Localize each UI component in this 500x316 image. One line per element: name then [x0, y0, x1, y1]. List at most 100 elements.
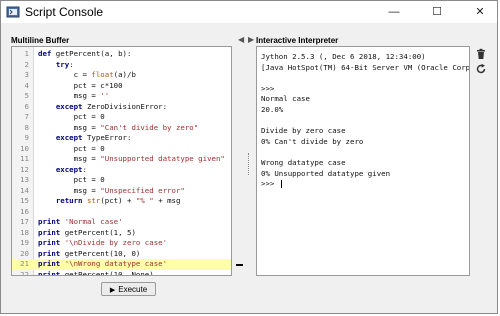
code-line[interactable]: 1 def getPercent(a, b):	[12, 49, 231, 60]
console-line-text: Jython 2.5.3 (, Dec 6 2018, 12:34:00)	[261, 52, 426, 61]
code-line[interactable]: 20 print getPercent(10, 0)	[12, 249, 231, 260]
line-number: 10	[20, 143, 29, 153]
line-number: 5	[24, 91, 29, 100]
code-line[interactable]: 4 pct = c*100	[12, 81, 231, 92]
console-line-text: >>>	[261, 179, 279, 189]
code-line[interactable]: 2 try:	[12, 60, 231, 71]
code-text: print getPercent(10, None)	[38, 269, 154, 276]
code-text: pct = 0	[38, 175, 105, 184]
console-line-text: Divide by zero case	[261, 126, 346, 136]
execute-button[interactable]: ▶ Execute	[101, 282, 156, 296]
pane-splitter-handle[interactable]	[248, 153, 250, 175]
multiline-buffer-editor[interactable]: 1 def getPercent(a, b): 2 try: 3 c = float(…	[11, 46, 232, 276]
code-text: except TypeError:	[55, 133, 132, 142]
code-text: def getPercent(a, b):	[38, 49, 132, 58]
line-number: 2	[24, 59, 29, 69]
execute-label: Execute	[118, 285, 148, 294]
code-line[interactable]: 16	[12, 207, 231, 218]
interpreter-console[interactable]: Jython 2.5.3 (, Dec 6 2018, 12:34:00) [Ja…	[256, 46, 470, 276]
code-line[interactable]: 13 pct = 0	[12, 175, 231, 186]
console-line-text: 0% Can't divide by zero	[261, 136, 364, 146]
interactive-interpreter-header: Interactive Interpreter	[256, 36, 339, 45]
console-line: Divide by zero case	[261, 126, 469, 137]
code-text: pct = c*100	[38, 80, 123, 90]
code-text: except ZeroDivisionError:	[55, 101, 168, 111]
line-number: 22	[20, 269, 29, 276]
multiline-buffer-header: Multiline Buffer	[11, 36, 70, 45]
code-text: msg = "Can't divide by zero"	[38, 122, 199, 132]
line-number: 8	[24, 122, 29, 132]
console-line: Wrong datatype case	[261, 157, 469, 169]
code-text: msg = "Unspecified error"	[38, 185, 185, 195]
line-number: 3	[24, 70, 29, 79]
code-line[interactable]: 9 except TypeError:	[12, 133, 231, 144]
collapse-left-arrow-icon[interactable]: ◀	[238, 35, 244, 44]
line-number: 21	[12, 259, 29, 270]
code-text: print '\nWrong datatype case'	[38, 259, 168, 268]
line-number: 15	[20, 196, 29, 205]
code-text: pct = 0	[38, 143, 105, 153]
code-lines: 1 def getPercent(a, b): 2 try: 3 c = float(…	[12, 49, 231, 276]
code-text: msg = "Unsupported datatype given"	[38, 154, 225, 163]
code-line[interactable]: 7 pct = 0	[12, 112, 231, 123]
refresh-icon[interactable]	[475, 63, 487, 75]
line-number: 6	[24, 101, 29, 111]
line-number: 20	[20, 248, 29, 258]
line-number: 19	[20, 238, 29, 247]
code-line[interactable]: 11 msg = "Unsupported datatype given"	[12, 154, 231, 165]
console-output: Jython 2.5.3 (, Dec 6 2018, 12:34:00) [Ja…	[261, 52, 470, 190]
code-text: pct = 0	[38, 112, 105, 121]
console-line: Jython 2.5.3 (, Dec 6 2018, 12:34:00)	[261, 52, 469, 63]
console-line: 0% Can't divide by zero	[261, 136, 469, 148]
code-line[interactable]: 18 print getPercent(1, 5)	[12, 228, 231, 239]
code-line[interactable]: 19 print '\nDivide by zero case'	[12, 238, 231, 249]
code-text: c = float(a)/b	[38, 70, 136, 79]
code-line[interactable]: 5 msg = ''	[12, 91, 231, 102]
trash-icon[interactable]	[475, 48, 487, 60]
line-number: 14	[20, 185, 29, 195]
code-text: print getPercent(1, 5)	[38, 227, 136, 237]
play-icon: ▶	[109, 287, 116, 294]
code-line[interactable]: 8 msg = "Can't divide by zero"	[12, 123, 231, 134]
console-line: >>>	[261, 179, 469, 190]
code-line[interactable]: 22 print getPercent(10, None)	[12, 269, 231, 276]
code-text: print '\nDivide by zero case'	[38, 238, 168, 247]
console-line-text: [Java HotSpot(TM) 64-Bit Server VM (Orac…	[261, 62, 470, 72]
line-number: 12	[20, 164, 29, 174]
console-line-text: 0% Unsupported datatype given	[261, 168, 391, 178]
close-button[interactable]: ✕	[465, 1, 495, 23]
line-number: 1	[24, 49, 29, 58]
code-text: print 'Normal case'	[38, 217, 123, 226]
code-line[interactable]: 21 print '\nWrong datatype case'	[12, 259, 231, 270]
text-caret	[280, 180, 282, 189]
line-number: 17	[20, 217, 29, 226]
code-text: except:	[55, 164, 87, 174]
code-line[interactable]: 3 c = float(a)/b	[12, 70, 231, 81]
code-line[interactable]: 14 msg = "Unspecified error"	[12, 186, 231, 197]
console-line: Normal case	[261, 94, 469, 105]
window-title: Script Console	[25, 5, 104, 19]
maximize-button[interactable]: ☐	[422, 1, 452, 23]
console-line-text: Wrong datatype case	[261, 157, 346, 167]
code-line[interactable]: 17 print 'Normal case'	[12, 217, 231, 228]
console-line: 20.0%	[261, 104, 469, 116]
line-number: 7	[24, 112, 29, 121]
expand-right-arrow-icon[interactable]: ▶	[248, 35, 254, 44]
console-line: >>>	[261, 83, 469, 95]
console-line: [Java HotSpot(TM) 64-Bit Server VM (Orac…	[261, 62, 470, 74]
line-number: 11	[20, 154, 29, 163]
minimize-button[interactable]: —	[379, 1, 409, 23]
code-line[interactable]: 10 pct = 0	[12, 144, 231, 155]
code-line[interactable]: 12 except:	[12, 165, 231, 176]
script-console-window: Script Console — ☐ ✕ Multiline Buffer ◀ …	[0, 0, 498, 314]
script-console-app-icon	[6, 6, 20, 18]
line-number: 13	[20, 175, 29, 184]
console-line-text: 20.0%	[261, 104, 284, 114]
code-line[interactable]: 15 return str(pct) + "% " + msg	[12, 196, 231, 207]
code-text: try:	[55, 59, 74, 69]
console-line-text: >>>	[261, 83, 275, 93]
code-line[interactable]: 6 except ZeroDivisionError:	[12, 102, 231, 113]
